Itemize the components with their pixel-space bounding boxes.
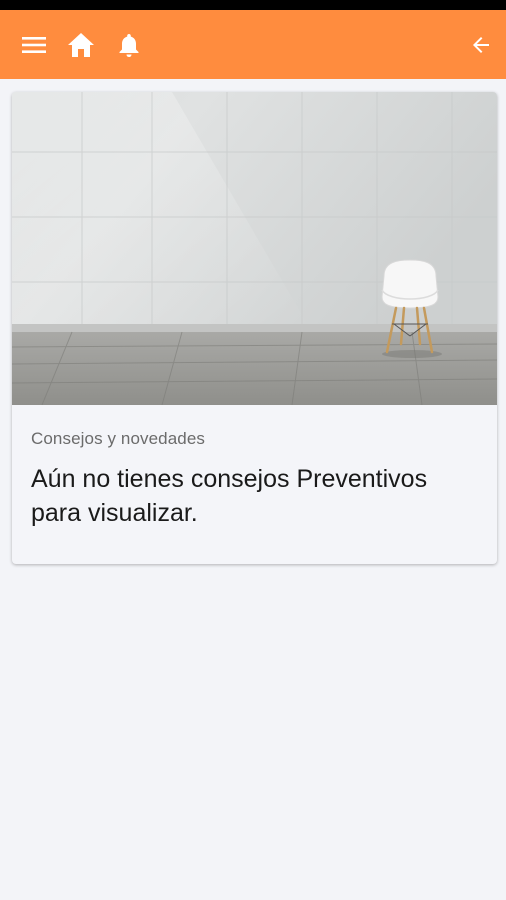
bell-icon (119, 33, 139, 57)
tips-card: Consejos y novedades Aún no tienes conse… (12, 92, 497, 564)
home-icon (68, 32, 94, 57)
app-toolbar (0, 10, 506, 79)
card-title: Aún no tienes consejos Preventivos para … (31, 465, 428, 527)
back-button[interactable] (464, 10, 498, 79)
status-bar (0, 0, 506, 10)
arrow-back-icon (473, 36, 489, 53)
card-image (12, 92, 497, 405)
home-button[interactable] (63, 10, 99, 79)
menu-button[interactable] (16, 10, 52, 79)
notifications-button[interactable] (112, 10, 146, 79)
menu-icon (22, 36, 46, 53)
card-subtitle: Consejos y novedades (31, 429, 206, 448)
